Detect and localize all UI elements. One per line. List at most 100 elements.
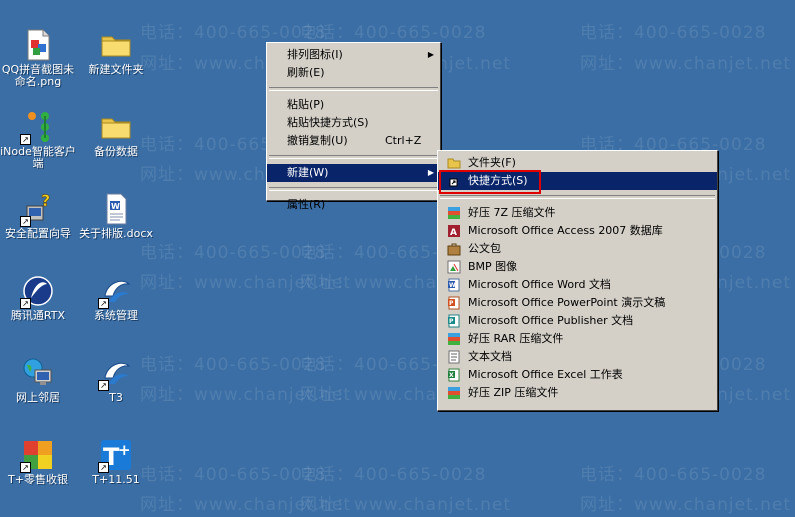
submenu-item-word[interactable]: W Microsoft Office Word 文档 [438,276,717,294]
desktop-icon-tplus[interactable]: T + ↗ T+11.51 [76,438,156,486]
menu-item-refresh[interactable]: 刷新(E) [267,64,440,82]
desktop-icon-rtx[interactable]: ↗ 腾讯通RTX [0,274,78,322]
svg-text:?: ? [41,192,50,210]
submenu-item-briefcase[interactable]: 公文包 [438,240,717,258]
submenu-item-label: 好压 RAR 压缩文件 [468,332,564,345]
access-icon: A [447,224,461,238]
watermark-phone: 电话：400-665-0028 [300,23,487,43]
shortcut-arrow-icon: ↗ [20,298,31,309]
desktop-icon-label: T3 [109,391,123,404]
shortcut-arrow-icon: ↗ [98,298,109,309]
submenu-arrow-icon: ▶ [427,50,434,59]
desktop-icon-security-wizard[interactable]: ? ↗ 安全配置向导 [0,191,78,240]
text-document-icon [447,350,461,364]
menu-item-label: 刷新(E) [287,66,325,79]
watermark-phone: 电话：400-665-0028 [140,243,327,263]
desktop-icon-new-folder[interactable]: 新建文件夹 [76,28,156,76]
submenu-item-label: 文件夹(F) [468,156,516,169]
archive-7z-icon [447,206,461,220]
submenu-item-label: Microsoft Office Excel 工作表 [468,368,623,381]
submenu-item-publisher[interactable]: P Microsoft Office Publisher 文档 [438,312,717,330]
submenu-item-access[interactable]: A Microsoft Office Access 2007 数据库 [438,222,717,240]
svg-text:P: P [449,300,454,307]
svg-text:W: W [111,202,120,211]
network-neighborhood-icon [21,356,55,390]
menu-item-label: 粘贴(P) [287,98,325,111]
desktop-icon-label: 新建文件夹 [88,63,144,76]
shortcut-arrow-icon: ↗ [98,462,109,473]
submenu-item-powerpoint[interactable]: P Microsoft Office PowerPoint 演示文稿 [438,294,717,312]
desktop-icon-label: 安全配置向导 [5,227,71,240]
menu-item-label: 粘贴快捷方式(S) [287,116,369,129]
word-document-icon: W [99,192,133,226]
shortcut-arrow-icon: ↗ [20,462,31,473]
system-admin-icon: ↗ [98,274,133,309]
submenu-item-rar[interactable]: 好压 RAR 压缩文件 [438,330,717,348]
folder-icon [99,28,133,62]
submenu-item-label: 好压 ZIP 压缩文件 [468,386,559,399]
submenu-item-label: Microsoft Office Publisher 文档 [468,314,634,327]
submenu-item-zip[interactable]: 好压 ZIP 压缩文件 [438,384,717,402]
menu-item-arrange-icons[interactable]: 排列图标(I) ▶ [267,46,440,64]
menu-item-shortcut-key: Ctrl+Z [385,134,422,147]
submenu-item-excel[interactable]: X Microsoft Office Excel 工作表 [438,366,717,384]
watermark-site: 网址：www.chanjet.net [580,495,792,515]
desktop-icon-docx[interactable]: W 关于排版.docx [76,192,156,240]
desktop-icon-backup-folder[interactable]: 备份数据 [76,110,156,158]
desktop-context-menu: 排列图标(I) ▶ 刷新(E) 粘贴(P) 粘贴快捷方式(S) 撤销复制(U) Ct… [266,42,441,211]
shortcut-arrow-icon: ↗ [98,380,109,391]
watermark-phone: 电话：400-665-0028 [300,465,487,485]
desktop-icon-inode[interactable]: ↗ iNode智能客户端 [0,110,78,170]
shortcut-arrow-icon: ↗ [20,216,31,227]
watermark-phone: 电话：400-665-0028 [140,355,327,375]
menu-item-undo-copy[interactable]: 撤销复制(U) Ctrl+Z [267,132,440,150]
menu-separator [440,195,715,199]
excel-icon: X [447,368,461,382]
archive-zip-icon [447,386,461,400]
menu-item-new[interactable]: 新建(W) ▶ [267,164,440,182]
desktop-icon-retail-pos[interactable]: ↗ T+零售收银 [0,438,78,486]
desktop-icon-system-admin[interactable]: ↗ 系统管理 [76,274,156,322]
desktop-icon-qq-screenshot[interactable]: QQ拼音截图未命名.png [0,28,78,88]
submenu-item-text[interactable]: 文本文档 [438,348,717,366]
watermark-phone: 电话：400-665-0028 [580,465,767,485]
menu-separator [269,87,438,91]
annotation-highlight-box [439,170,541,194]
retail-pos-icon: ↗ [20,438,55,473]
submenu-item-label: BMP 图像 [468,260,518,273]
desktop-icon-label: 备份数据 [94,145,138,158]
svg-text:P: P [449,318,454,325]
svg-text:W: W [449,282,456,289]
desktop-icon-network[interactable]: 网上邻居 [0,356,78,404]
submenu-arrow-icon: ▶ [427,168,434,177]
submenu-item-bmp[interactable]: BMP 图像 [438,258,717,276]
submenu-item-label: 好压 7Z 压缩文件 [468,206,556,219]
desktop-icon-label: 系统管理 [94,309,138,322]
desktop-icon-label: QQ拼音截图未命名.png [1,63,75,88]
watermark-site: 网址：www.chanjet.net [580,54,792,74]
svg-text:A: A [450,228,457,238]
menu-separator [269,187,438,191]
folder-icon [447,156,461,170]
archive-rar-icon [447,332,461,346]
watermark-phone: 电话：400-665-0028 [140,465,327,485]
svg-text:X: X [449,372,454,379]
submenu-item-label: 公文包 [468,242,501,255]
menu-item-paste[interactable]: 粘贴(P) [267,96,440,114]
t3-icon: ↗ [98,356,133,391]
desktop-icon-t3[interactable]: ↗ T3 [76,356,156,404]
menu-item-properties[interactable]: 属性(R) [267,196,440,214]
desktop-icon-label: 腾讯通RTX [10,309,66,322]
menu-item-paste-shortcut[interactable]: 粘贴快捷方式(S) [267,114,440,132]
tplus-icon: T + ↗ [98,438,133,473]
desktop-icon-label: iNode智能客户端 [0,145,76,170]
desktop-icon-label: T+11.51 [92,473,140,486]
submenu-item-label: 文本文档 [468,350,512,363]
security-wizard-icon: ? ↗ [20,191,55,227]
folder-icon [99,110,133,144]
shortcut-arrow-icon: ↗ [20,134,31,145]
watermark-site: 网址：www.chanjet.net [140,385,352,405]
watermark-phone: 电话：400-665-0028 [580,23,767,43]
watermark-site: 网址：www.chanjet.net [140,495,352,515]
submenu-item-7z[interactable]: 好压 7Z 压缩文件 [438,204,717,222]
